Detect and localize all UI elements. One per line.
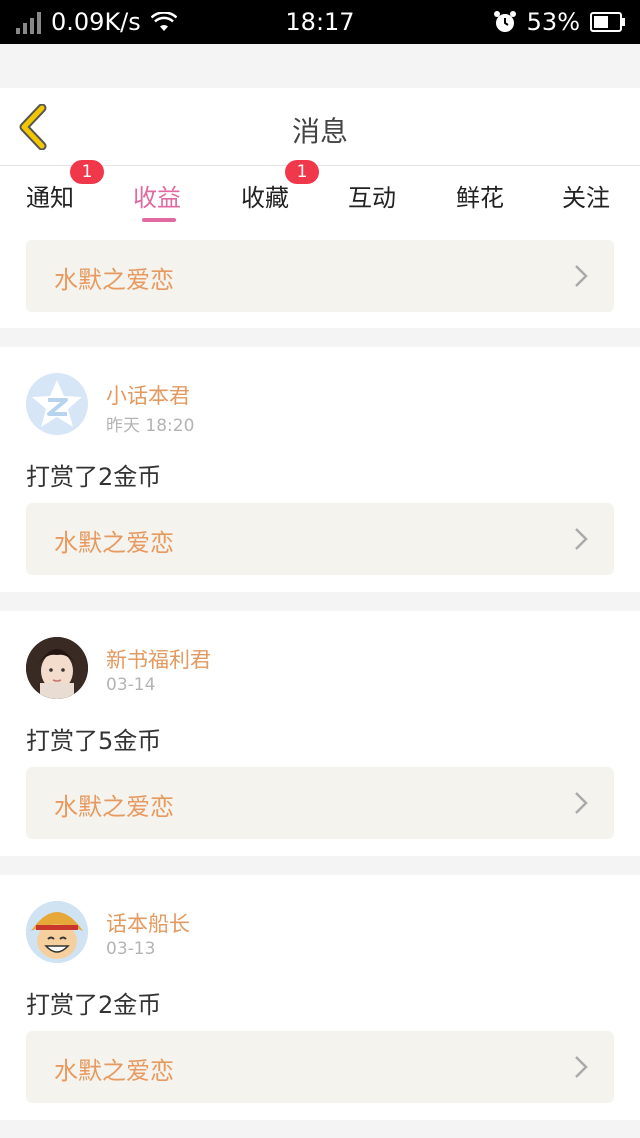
book-link[interactable]: 水默之爱恋 bbox=[26, 240, 614, 312]
cartoon-captain-avatar[interactable] bbox=[26, 901, 88, 963]
tab-interaction[interactable]: 互动 bbox=[348, 178, 396, 213]
alarm-icon bbox=[493, 10, 517, 34]
reward-message: 打赏了5金币 bbox=[26, 727, 162, 755]
reward-message: 打赏了2金币 bbox=[26, 463, 162, 491]
user-name[interactable]: 小话本君 bbox=[106, 380, 190, 410]
book-title: 水默之爱恋 bbox=[54, 266, 174, 294]
book-title: 水默之爱恋 bbox=[54, 1057, 174, 1085]
page-title: 消息 bbox=[291, 115, 348, 148]
app-logo-avatar[interactable] bbox=[26, 373, 88, 435]
tab-follow[interactable]: 关注 bbox=[562, 178, 610, 213]
active-tab-indicator bbox=[142, 218, 176, 222]
user-name[interactable]: 新书福利君 bbox=[106, 644, 211, 674]
tab-favorites[interactable]: 收藏 bbox=[241, 178, 289, 213]
notification-badge: 1 bbox=[70, 160, 104, 184]
book-title: 水默之爱恋 bbox=[54, 793, 174, 821]
chevron-right-icon bbox=[575, 1056, 588, 1078]
user-name[interactable]: 话本船长 bbox=[106, 908, 190, 938]
book-link[interactable]: 水默之爱恋 bbox=[26, 767, 614, 839]
reward-item: 话本船长 03-13 打赏了2金币 水默之爱恋 bbox=[0, 875, 640, 1120]
book-link[interactable]: 水默之爱恋 bbox=[26, 1031, 614, 1103]
chevron-right-icon bbox=[575, 528, 588, 550]
header: 消息 bbox=[0, 88, 640, 166]
top-book-card: 水默之爱恋 bbox=[0, 230, 640, 328]
tab-earnings[interactable]: 收益 bbox=[133, 178, 181, 213]
battery-icon bbox=[590, 12, 626, 32]
date: 03-14 bbox=[106, 675, 156, 695]
battery-percent: 53% bbox=[526, 8, 580, 36]
book-title: 水默之爱恋 bbox=[54, 529, 174, 557]
girl-photo-avatar[interactable] bbox=[26, 637, 88, 699]
date: 昨天 18:20 bbox=[106, 416, 195, 436]
book-link[interactable]: 水默之爱恋 bbox=[26, 503, 614, 575]
tab-flowers[interactable]: 鲜花 bbox=[456, 178, 504, 213]
favorites-badge: 1 bbox=[285, 160, 319, 184]
status-bar: 0.09K/s 18:17 53% bbox=[0, 0, 640, 44]
reward-item: 新书福利君 03-14 打赏了5金币 水默之爱恋 bbox=[0, 611, 640, 856]
date: 03-13 bbox=[106, 939, 156, 959]
tab-notification[interactable]: 通知 bbox=[26, 178, 74, 213]
reward-message: 打赏了2金币 bbox=[26, 991, 162, 1019]
chevron-right-icon bbox=[575, 792, 588, 814]
reward-item: 小话本君 昨天 18:20 打赏了2金币 水默之爱恋 bbox=[0, 347, 640, 592]
chevron-right-icon bbox=[575, 265, 588, 287]
